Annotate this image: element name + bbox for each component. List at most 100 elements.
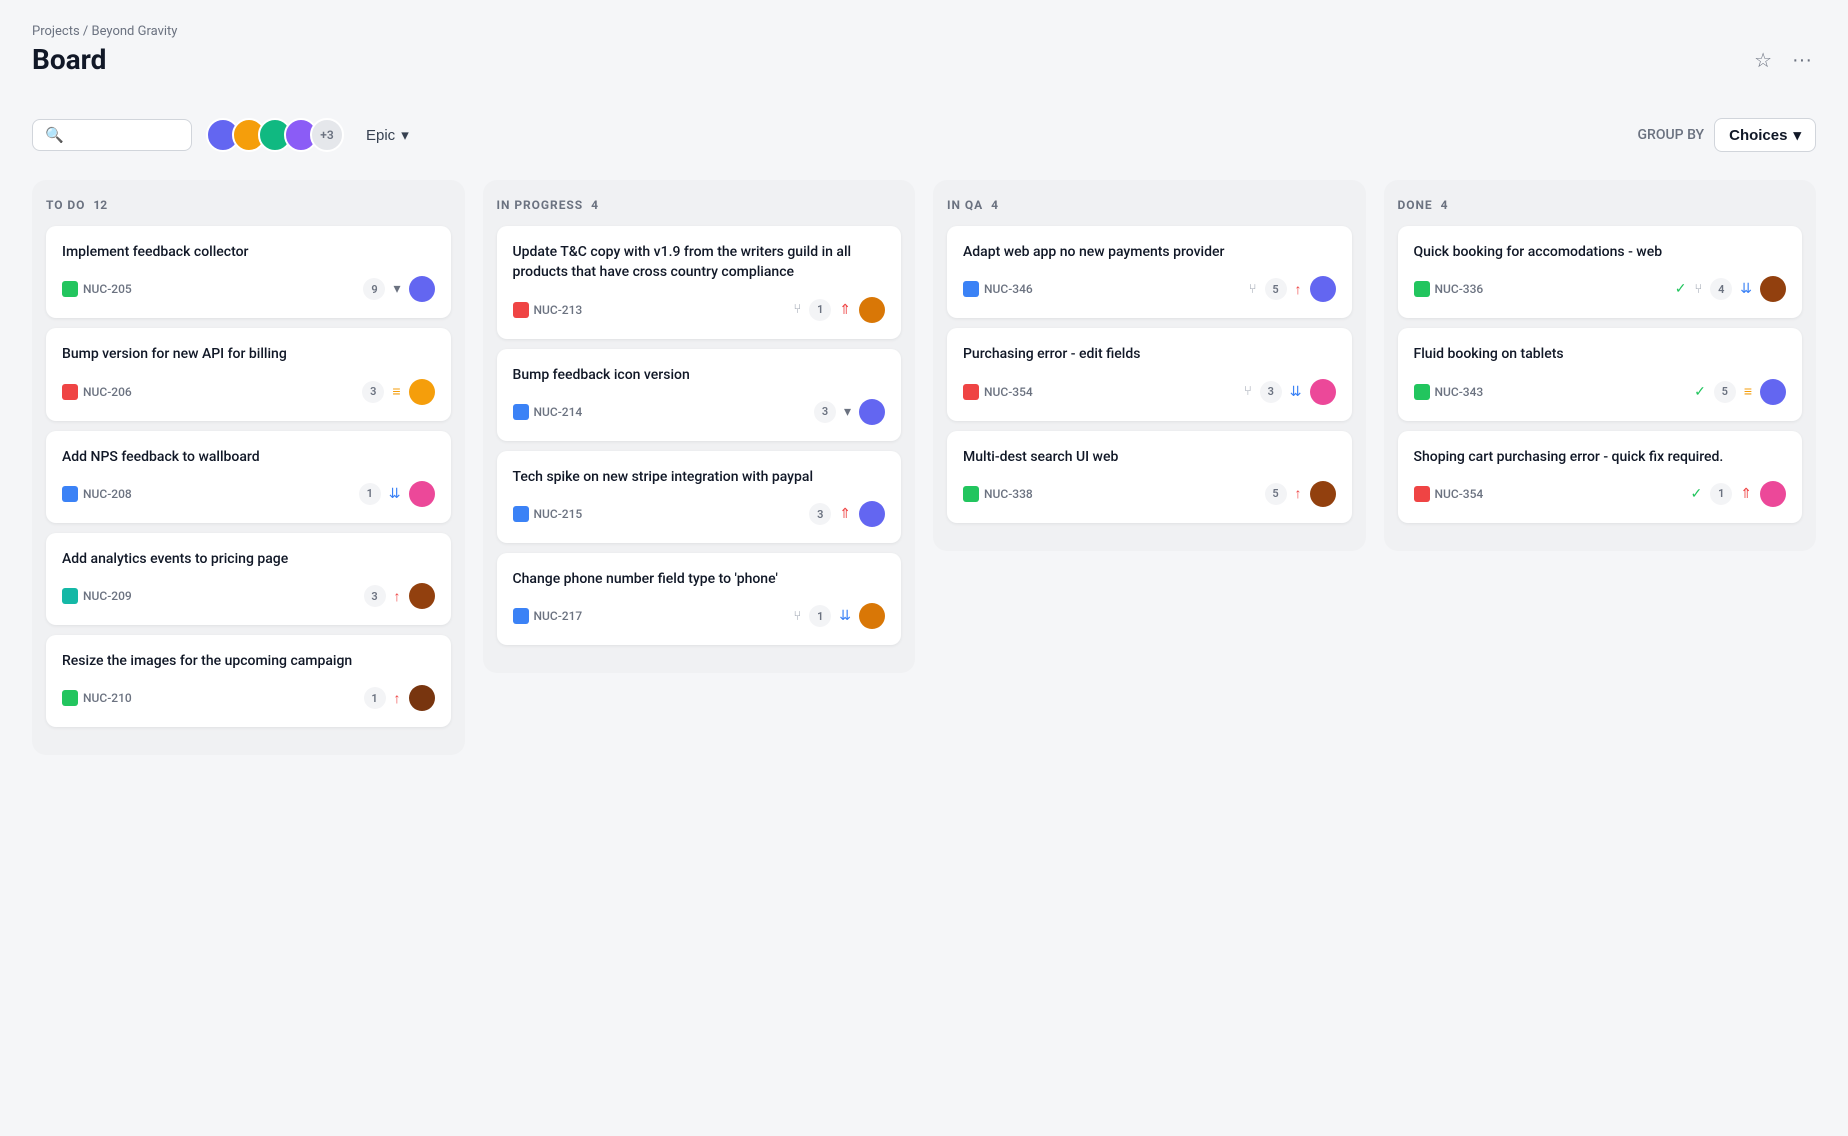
issue-badge: NUC-343 [1414,384,1484,400]
issue-code: NUC-208 [83,487,132,501]
count-badge: 3 [362,381,384,403]
priority-low-icon: ⇊ [839,608,851,624]
issue-type-icon [1414,281,1430,297]
column-count-inprogress: 4 [591,198,598,212]
card-title: Fluid booking on tablets [1414,344,1787,364]
count-badge: 3 [814,401,836,423]
column-title-inprogress: IN PROGRESS [497,198,584,212]
priority-high-icon: ↑ [1295,281,1302,298]
check-icon: ✓ [1694,384,1706,400]
card-meta: NUC-343 ✓ 5 ≡ [1414,379,1787,405]
issue-type-icon [513,506,529,522]
priority-low-icon: ⇊ [1740,281,1752,297]
card[interactable]: Add NPS feedback to wallboard NUC-208 1 … [46,431,451,523]
column-count-todo: 12 [93,198,107,212]
board: TO DO 12 Implement feedback collector NU… [32,180,1816,755]
more-options-button[interactable]: ··· [1788,45,1816,76]
count-badge: 9 [363,278,385,300]
column-inqa: IN QA 4 Adapt web app no new payments pr… [933,180,1366,551]
card-meta: NUC-217 ⑂1 ⇊ [513,603,886,629]
card-avatar [859,399,885,425]
issue-badge: NUC-214 [513,404,583,420]
card-meta: NUC-346 ⑂5 ↑ [963,276,1336,302]
issue-type-icon [62,486,78,502]
priority-high-icon: ↑ [394,690,401,707]
card-avatar [1310,276,1336,302]
card[interactable]: Bump feedback icon version NUC-214 3 ▾ [497,349,902,441]
card[interactable]: Implement feedback collector NUC-205 9 ▾ [46,226,451,318]
branch-count: 1 [809,299,831,321]
card-avatar [409,276,435,302]
card-title: Adapt web app no new payments provider [963,242,1336,262]
card[interactable]: Quick booking for accomodations - web NU… [1398,226,1803,318]
card[interactable]: Shoping cart purchasing error - quick fi… [1398,431,1803,523]
branch-icon: ⑂ [1694,282,1702,297]
card-avatar [1760,276,1786,302]
card-avatar [859,501,885,527]
card-meta: NUC-338 5 ↑ [963,481,1336,507]
priority-low-icon: ⇊ [389,486,401,502]
card-meta: NUC-205 9 ▾ [62,276,435,302]
card[interactable]: Change phone number field type to 'phone… [497,553,902,645]
issue-type-icon [513,404,529,420]
card[interactable]: Resize the images for the upcoming campa… [46,635,451,727]
star-button[interactable]: ☆ [1750,44,1776,77]
issue-badge: NUC-217 [513,608,583,624]
card[interactable]: Bump version for new API for billing NUC… [46,328,451,420]
count-badge: 5 [1714,381,1736,403]
branch-count: 1 [809,605,831,627]
card-avatar [1310,379,1336,405]
card[interactable]: Add analytics events to pricing page NUC… [46,533,451,625]
search-icon: 🔍 [45,126,64,144]
card[interactable]: Fluid booking on tablets NUC-343 ✓ 5 ≡ [1398,328,1803,420]
priority-high-icon: ↑ [1295,485,1302,502]
group-by-label: GROUP BY [1638,127,1705,143]
card[interactable]: Multi-dest search UI web NUC-338 5 ↑ [947,431,1352,523]
count-badge: 1 [359,483,381,505]
issue-badge: NUC-338 [963,486,1033,502]
card-meta: NUC-208 1 ⇊ [62,481,435,507]
count-badge: 5 [1265,483,1287,505]
choices-button[interactable]: Choices ▾ [1714,118,1816,152]
branch-count: 3 [1260,381,1282,403]
card-title: Resize the images for the upcoming campa… [62,651,435,671]
search-box: 🔍 [32,119,192,151]
priority-low-icon: ⇊ [1290,384,1302,400]
issue-code: NUC-346 [984,282,1033,296]
card[interactable]: Tech spike on new stripe integration wit… [497,451,902,543]
card-meta: NUC-215 3 ⇑ [513,501,886,527]
priority-medium-icon: ≡ [392,383,400,400]
card-meta: NUC-213 ⑂1 ⇑ [513,297,886,323]
issue-type-icon [1414,486,1430,502]
search-input[interactable] [72,127,179,143]
count-badge: 3 [809,503,831,525]
card-avatar [409,583,435,609]
issue-code: NUC-209 [83,589,132,603]
avatar-count[interactable]: +3 [310,118,344,152]
issue-type-icon [62,281,78,297]
card-avatar [409,379,435,405]
epic-label: Epic [366,127,395,144]
epic-filter-button[interactable]: Epic ▾ [358,122,417,148]
branch-count: 4 [1710,278,1732,300]
card[interactable]: Purchasing error - edit fields NUC-354 ⑂… [947,328,1352,420]
card-title: Purchasing error - edit fields [963,344,1336,364]
breadcrumb: Projects / Beyond Gravity [32,24,177,39]
issue-code: NUC-354 [984,385,1033,399]
card[interactable]: Update T&C copy with v1.9 from the write… [497,226,902,339]
issue-type-icon [1414,384,1430,400]
issue-badge: NUC-208 [62,486,132,502]
issue-code: NUC-336 [1435,282,1484,296]
column-todo: TO DO 12 Implement feedback collector NU… [32,180,465,755]
issue-badge: NUC-336 [1414,281,1484,297]
card-title: Add NPS feedback to wallboard [62,447,435,467]
issue-code: NUC-213 [534,303,583,317]
card-title: Change phone number field type to 'phone… [513,569,886,589]
priority-chevron-down-icon: ▾ [844,404,851,420]
issue-badge: NUC-215 [513,506,583,522]
card[interactable]: Adapt web app no new payments provider N… [947,226,1352,318]
card-avatar [1760,481,1786,507]
issue-type-icon [62,588,78,604]
issue-badge: NUC-206 [62,384,132,400]
card-title: Tech spike on new stripe integration wit… [513,467,886,487]
